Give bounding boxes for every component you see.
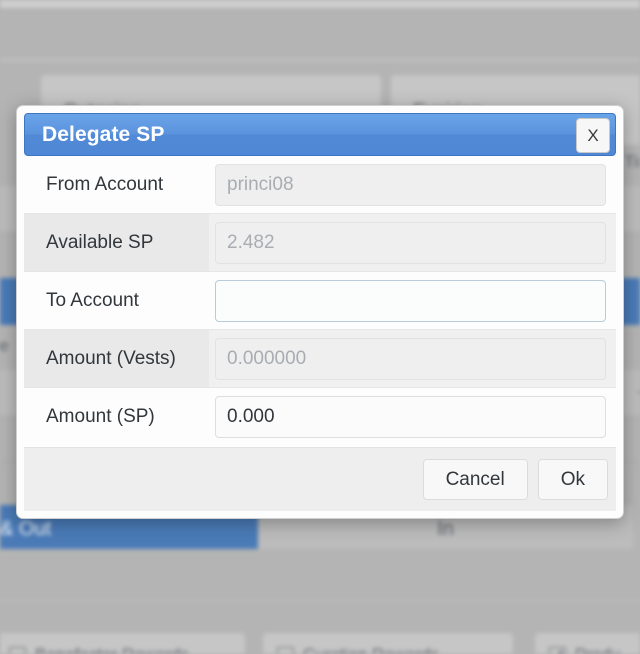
from-account-input[interactable] <box>215 163 606 206</box>
to-account-field-wrap <box>209 279 616 322</box>
close-icon[interactable]: X <box>576 118 610 153</box>
amount-sp-field-wrap <box>209 396 616 438</box>
amount-vests-input[interactable] <box>215 337 606 380</box>
checkbox-icon <box>277 647 294 654</box>
dialog-footer: Cancel Ok <box>24 447 616 511</box>
dialog-titlebar: Delegate SP X <box>24 113 616 156</box>
available-sp-field-wrap <box>209 221 616 264</box>
checkbox-icon <box>9 647 26 654</box>
available-sp-label: Available SP <box>24 214 209 271</box>
dialog-form: From Account Available SP To Account Amo… <box>24 156 616 447</box>
ok-button[interactable]: Ok <box>537 459 608 500</box>
amount-sp-label: Amount (SP) <box>46 406 155 427</box>
form-row-from-account: From Account <box>24 156 616 214</box>
available-sp-input[interactable] <box>215 221 606 264</box>
backdrop-checkbox-producer: Produ <box>534 632 640 654</box>
to-account-label: To Account <box>46 289 139 311</box>
cancel-button[interactable]: Cancel <box>422 459 528 500</box>
backdrop-tab-out-label: & Out <box>0 518 52 540</box>
delegate-sp-dialog: Delegate SP X From Account Available SP … <box>16 105 624 519</box>
form-row-amount-vests: Amount (Vests) <box>24 330 616 388</box>
from-account-label: From Account <box>46 173 164 195</box>
backdrop-top-divider <box>0 58 640 62</box>
amount-sp-input[interactable] <box>215 396 606 438</box>
backdrop-checkbox-curation-label: Curation Rewards <box>303 645 439 654</box>
backdrop-checkbox-benefactor-label: Benefactor Rewards <box>35 645 189 654</box>
form-row-available-sp: Available SP <box>24 214 616 272</box>
form-row-amount-sp: Amount (SP) <box>24 388 616 446</box>
dialog-title: Delegate SP <box>42 123 165 146</box>
amount-vests-label: Amount (Vests) <box>24 330 209 387</box>
backdrop-checkbox-curation: Curation Rewards <box>262 632 514 654</box>
backdrop-checkbox-producer-label: Produ <box>575 645 620 654</box>
backdrop-tab-in-label: In <box>437 518 454 540</box>
amount-vests-field-wrap <box>209 337 616 380</box>
table-cell: ste <box>0 336 9 355</box>
to-account-input[interactable] <box>215 279 606 322</box>
from-account-field-wrap <box>209 163 616 206</box>
backdrop-checkbox-benefactor: Benefactor Rewards <box>0 632 246 654</box>
table-header-time: Tim <box>624 152 640 171</box>
backdrop-top-strip <box>0 0 640 9</box>
backdrop-lower-divider <box>0 600 640 603</box>
checkbox-checked-icon <box>549 647 566 654</box>
form-row-to-account: To Account <box>24 272 616 330</box>
